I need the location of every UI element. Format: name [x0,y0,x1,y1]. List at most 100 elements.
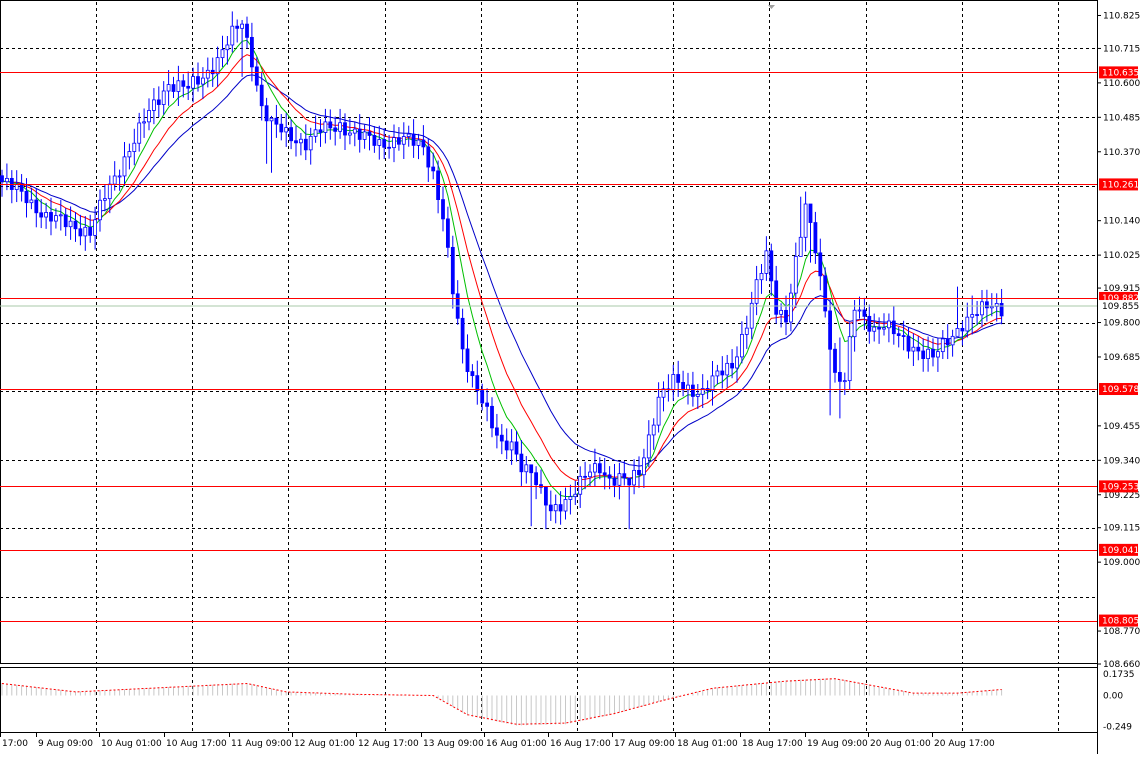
candle-body-39 [191,76,196,89]
candle-body-130 [637,469,641,476]
candle-body-142 [695,393,700,397]
candle-body-68 [333,127,338,132]
candle-body-121 [593,463,597,473]
candle-body-154 [754,279,759,304]
candle-body-179 [877,326,881,330]
x-tick-label-13: 19 Aug 09:00 [807,739,868,749]
y-tick-label-8: 109.800 [1103,319,1140,329]
y-tick-label-10: 109.455 [1103,422,1140,432]
candle-body-74 [362,131,367,140]
candle-body-181 [887,320,891,329]
candle-body-67 [328,121,333,129]
candle-body-106 [519,453,524,473]
candle-body-40 [196,76,200,85]
candle-body-125 [612,477,617,486]
candle-body-98 [480,390,485,404]
candle-body-132 [646,434,651,459]
ma-mid-line [1,54,1002,481]
candle-body-167 [818,252,823,277]
candle-body-58 [284,127,289,133]
candle-body-79 [387,146,392,149]
candle-body-162 [793,256,798,294]
candle-body-201 [985,301,989,309]
candle-body-115 [563,499,568,512]
candle-body-34 [166,84,171,92]
y-tick-label-14: 109.000 [1103,558,1140,568]
candle-body-0 [0,175,4,183]
candle-body-172 [842,380,847,383]
candle-body-173 [847,336,852,382]
candle-body-99 [485,402,490,407]
candle-body-83 [406,133,411,137]
candle-body-195 [955,327,960,337]
candle-body-46 [225,44,230,51]
candle-body-180 [882,327,886,330]
x-tick-label-2: 10 Aug 01:00 [101,739,162,749]
candle-body-103 [504,440,509,451]
level-label-1: 110.261 [1102,180,1139,190]
candle-body-3 [14,184,19,190]
candle-body-71 [347,132,352,136]
candle-body-138 [676,374,681,383]
candle-body-17 [83,226,88,237]
candle-body-129 [632,469,636,486]
candle-body-60 [294,140,298,144]
candle-body-20 [98,199,102,221]
candle-body-204 [999,303,1004,317]
candle-body-19 [93,219,97,236]
x-tick-label-14: 20 Aug 01:00 [870,739,931,749]
candle-body-88 [431,166,436,172]
candle-body-61 [298,138,303,144]
candle-body-145 [710,375,715,392]
candle-body-27 [132,142,137,152]
y-tick-label-4: 110.370 [1103,148,1140,158]
candle-body-12 [58,214,63,217]
candle-body-177 [867,315,872,332]
candle-body-128 [627,477,632,486]
candle-body-90 [441,199,445,220]
candle-body-84 [411,133,416,146]
candle-body-194 [950,335,955,346]
candle-body-77 [377,139,382,146]
candle-body-152 [744,327,749,335]
candle-body-30 [147,110,151,123]
candle-body-169 [828,310,832,350]
chart-canvas[interactable]: 110.825 110.715 110.600 110.485 110.370 110.1… [0,0,1140,754]
candle-body-59 [289,127,294,142]
x-tick-label-15: 20 Aug 17:00 [934,739,995,749]
y-tick-label-16: 108.660 [1103,660,1140,670]
candle-body-97 [475,375,480,391]
candle-body-141 [691,384,695,397]
candle-body-112 [548,504,553,512]
candle-body-151 [740,333,744,358]
osc-tick-label-0: 0.1735 [1103,670,1135,680]
candle-body-189 [926,348,930,359]
candle-body-135 [661,388,666,398]
y-tick-label-2: 110.600 [1103,79,1140,89]
x-tick-label-0: 17:00 [2,739,28,749]
candle-body-73 [357,128,362,140]
x-tick-label-5: 12 Aug 01:00 [294,739,355,749]
price-chart[interactable]: 110.825 110.715 110.600 110.485 110.370 110.1… [0,0,1140,754]
candle-body-69 [338,122,343,132]
candle-body-202 [989,306,994,309]
candle-body-100 [490,405,494,429]
candle-body-191 [936,351,940,358]
candle-body-2 [9,177,14,190]
candle-body-87 [426,146,431,168]
candle-body-134 [656,396,661,426]
candle-body-124 [607,474,612,479]
candle-body-21 [103,198,107,201]
y-tick-label-1: 110.715 [1103,44,1140,54]
candle-body-10 [49,212,53,222]
candle-body-51 [249,36,254,68]
x-tick-label-4: 11 Aug 09:00 [231,739,292,749]
candle-body-95 [465,348,470,372]
candle-body-22 [107,183,112,200]
candle-body-70 [343,122,347,136]
candle-body-163 [798,236,803,257]
x-tick-label-1: 9 Aug 09:00 [38,739,93,749]
candle-body-174 [852,309,857,338]
x-tick-label-11: 18 Aug 01:00 [677,739,738,749]
candle-body-127 [622,473,627,479]
